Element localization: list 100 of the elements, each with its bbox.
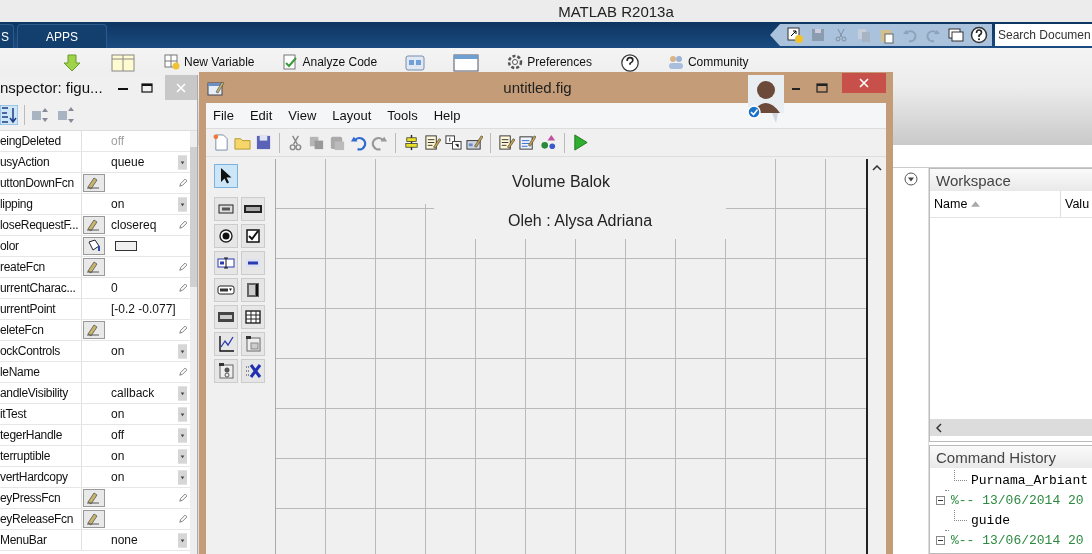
menu-item[interactable]: Layout	[332, 108, 372, 123]
pencil-icon[interactable]	[178, 178, 187, 188]
pencil-icon[interactable]	[178, 367, 187, 377]
static-text[interactable]: Volume Balok	[512, 172, 610, 191]
column-header[interactable]: Valu	[1061, 191, 1090, 217]
help-icon[interactable]	[970, 26, 988, 44]
vertical-scrollbar[interactable]	[190, 131, 197, 554]
ribbon-tab[interactable]: APPS	[17, 24, 108, 48]
activex-tool[interactable]	[241, 359, 265, 383]
toggle-button-tool[interactable]	[214, 305, 238, 329]
paint-bucket-icon[interactable]	[83, 237, 105, 255]
listbox-tool[interactable]	[241, 278, 265, 302]
callback-editor-icon[interactable]	[83, 321, 105, 339]
document-pencil-icon[interactable]	[498, 134, 515, 151]
layout-icon[interactable]	[110, 54, 136, 72]
menu-item[interactable]: File	[213, 108, 234, 123]
list-pencil-icon[interactable]	[519, 134, 536, 151]
pencil-icon[interactable]	[178, 283, 187, 293]
dropdown-icon[interactable]	[904, 172, 918, 186]
property-value[interactable]: closereq	[111, 218, 157, 232]
history-command[interactable]: Purnama_Arbiant	[971, 472, 1089, 488]
toolbar-pencil-icon[interactable]	[466, 134, 483, 151]
align-icon[interactable]	[403, 134, 420, 151]
sort-alphabetical-icon[interactable]	[0, 105, 18, 125]
maximize-icon[interactable]	[816, 81, 828, 94]
property-value[interactable]: on	[111, 470, 125, 484]
history-session[interactable]: %-- 13/06/2014 20	[951, 492, 1084, 508]
checkmark-document-icon	[282, 54, 299, 70]
callback-editor-icon[interactable]	[83, 489, 105, 507]
table-tool[interactable]	[241, 305, 265, 329]
window-icon[interactable]	[405, 54, 426, 72]
pencil-icon[interactable]	[178, 493, 187, 503]
callback-editor-icon[interactable]	[83, 174, 105, 192]
property-value[interactable]: callback	[111, 386, 155, 400]
horizontal-scrollbar[interactable]	[930, 419, 1092, 436]
property-value[interactable]: off	[111, 428, 125, 442]
pencil-icon[interactable]	[178, 220, 187, 230]
document-pencil-icon[interactable]	[424, 134, 441, 151]
collapse-icon[interactable]	[936, 495, 945, 505]
close-button[interactable]	[842, 72, 886, 93]
shortcut-icon[interactable]	[786, 26, 804, 44]
history-session[interactable]: %-- 13/06/2014 20	[951, 532, 1084, 548]
new-file-icon[interactable]	[213, 134, 230, 151]
column-header[interactable]: Name	[930, 191, 1061, 217]
windows-icon[interactable]	[947, 26, 965, 44]
static-text[interactable]: Oleh : Alysa Adriana	[507, 212, 653, 230]
save-icon[interactable]	[255, 134, 272, 151]
chart-axes-icon	[217, 335, 235, 353]
property-value[interactable]: [-0.2 -0.077]	[111, 302, 176, 316]
panel-tool[interactable]	[241, 332, 265, 356]
run-icon[interactable]	[572, 134, 589, 151]
pencil-icon[interactable]	[178, 514, 187, 524]
boxed-mark-tool[interactable]	[241, 224, 265, 248]
redo-icon[interactable]	[371, 134, 388, 151]
menu-item[interactable]: View	[288, 108, 317, 123]
button-group-tool[interactable]	[214, 359, 238, 383]
property-value[interactable]: on	[111, 344, 125, 358]
property-value[interactable]: on	[111, 449, 125, 463]
color-swatch[interactable]	[115, 241, 137, 251]
community-button[interactable]: Community	[667, 54, 749, 70]
edit-text-tool[interactable]	[214, 251, 238, 275]
help-icon[interactable]	[619, 54, 640, 72]
property-value[interactable]: queue	[111, 155, 145, 169]
maximize-icon[interactable]	[141, 81, 153, 94]
menu-item[interactable]: Edit	[249, 108, 273, 123]
cut-icon[interactable]	[287, 134, 304, 151]
property-name: MenuBar	[0, 533, 47, 547]
down-arrow-icon[interactable]	[62, 54, 82, 72]
popup-menu-tool[interactable]	[214, 278, 238, 302]
property-value[interactable]: 0	[111, 281, 118, 295]
new-variable-button[interactable]: New Variable	[164, 54, 255, 70]
settings-icon	[507, 54, 524, 70]
preferences-button[interactable]: Preferences	[507, 54, 592, 70]
axes-tool[interactable]	[214, 332, 238, 356]
search-field[interactable]: Search Documen	[995, 24, 1092, 46]
pencil-icon[interactable]	[178, 262, 187, 272]
menu-item[interactable]: Help	[433, 108, 461, 123]
menu-item[interactable]: Tools	[387, 108, 418, 123]
callback-editor-icon[interactable]	[83, 510, 105, 528]
analyze-code-button[interactable]: Analyze Code	[282, 54, 378, 70]
property-value[interactable]: none	[111, 533, 138, 547]
slider-tool[interactable]	[241, 197, 265, 221]
shapes-icon[interactable]	[540, 134, 557, 151]
push-button-tool[interactable]	[214, 197, 238, 221]
property-value[interactable]: on	[111, 407, 125, 421]
static-text-tool[interactable]	[241, 251, 265, 275]
numbered-boxes-icon[interactable]	[445, 134, 462, 151]
close-icon	[176, 82, 186, 93]
layout-icon[interactable]	[453, 54, 480, 72]
pencil-icon[interactable]	[178, 325, 187, 335]
copy-icon[interactable]	[308, 134, 325, 151]
option-tool[interactable]	[214, 224, 238, 248]
panel-title: Command History	[936, 448, 1057, 466]
expand-icon[interactable]	[31, 106, 51, 124]
undo-icon[interactable]	[350, 134, 367, 151]
history-command[interactable]: guide	[971, 512, 1010, 528]
property-value[interactable]: on	[111, 197, 125, 211]
collapse-icon[interactable]	[936, 535, 945, 545]
select-tool[interactable]	[214, 164, 238, 188]
ribbon-tab[interactable]: S	[0, 24, 14, 48]
